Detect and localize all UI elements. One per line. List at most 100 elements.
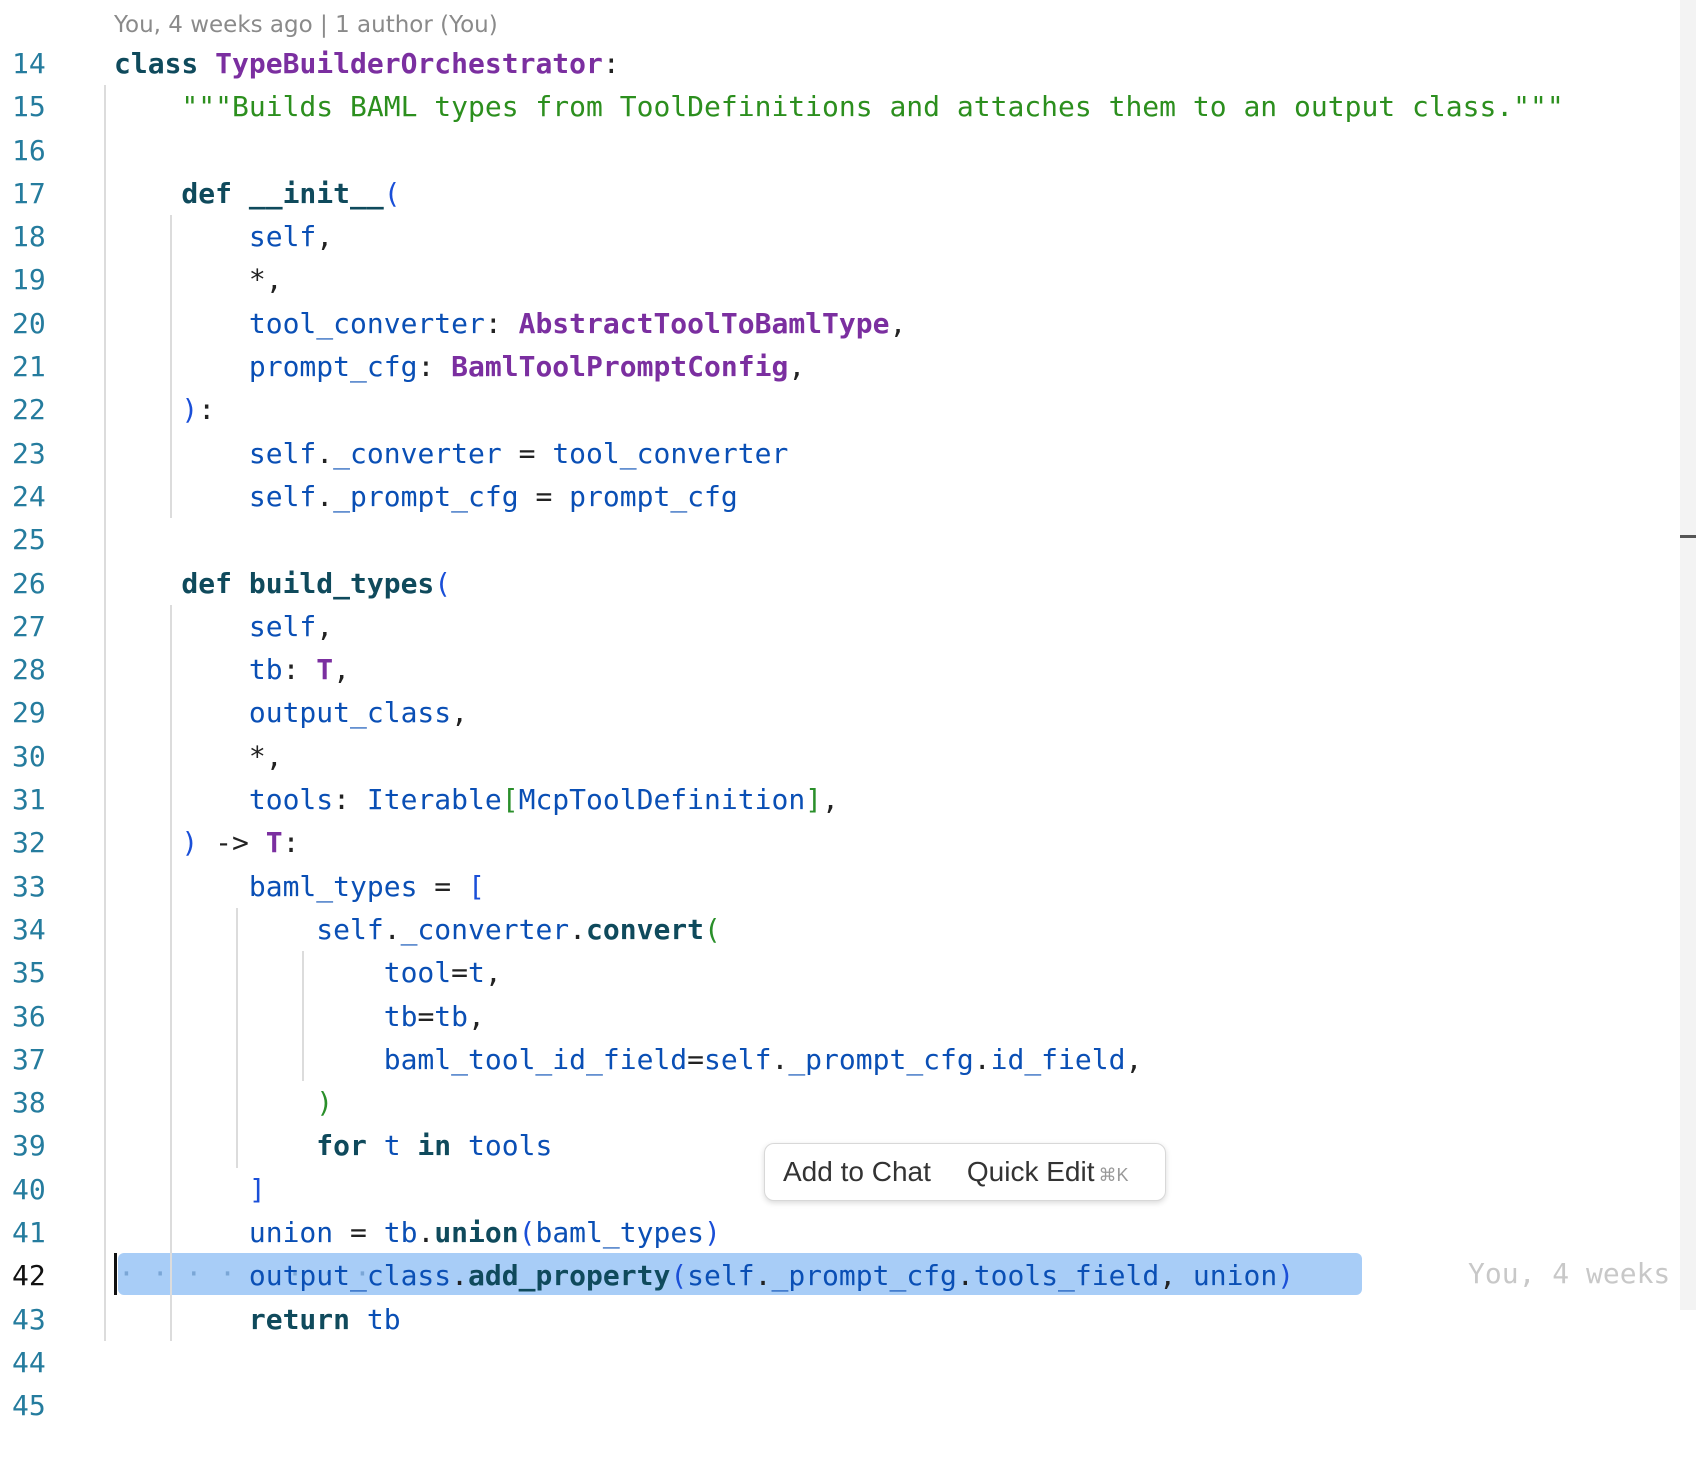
code-token: baml_types [114,869,418,903]
line-number[interactable]: 27 [0,605,80,648]
code-token: ( [383,176,401,210]
code-editor[interactable]: class TypeBuilderOrchestrator: """Builds… [104,42,1696,1428]
line-number[interactable]: 38 [0,1081,80,1124]
code-token: : [198,393,216,427]
line-number[interactable]: 15 [0,85,80,128]
code-token: self [114,220,317,254]
line-number[interactable]: 14 [0,42,80,85]
code-line[interactable]: tool=t, [114,951,1696,994]
line-number[interactable]: 42 [0,1254,80,1297]
code-token: convert [586,912,705,946]
code-token: . [383,912,401,946]
code-line[interactable]: ) -> T: [114,821,1696,864]
code-token: ) [704,1216,721,1250]
code-token: tool [114,956,452,990]
line-number[interactable]: 18 [0,215,80,258]
line-number[interactable]: 22 [0,388,80,431]
line-number[interactable]: 44 [0,1341,80,1384]
code-token: . [316,479,334,513]
code-token: def [114,566,249,600]
code-line[interactable]: tb=tb, [114,995,1696,1038]
line-number[interactable]: 29 [0,691,80,734]
code-line[interactable]: def build_types( [114,562,1696,605]
line-number[interactable]: 45 [0,1384,80,1427]
code-token: : [282,826,300,860]
code-line[interactable]: class TypeBuilderOrchestrator: [114,42,1696,85]
code-token: ) [1277,1259,1295,1293]
line-number[interactable]: 40 [0,1168,80,1211]
code-token: union [434,1216,519,1250]
code-token: , [889,306,907,340]
quick-edit-button[interactable]: Quick Edit ⌘K [949,1156,1147,1188]
code-token: AbstractToolToBamlType [518,306,890,340]
line-number[interactable]: 39 [0,1124,80,1167]
line-number[interactable]: 19 [0,258,80,301]
add-to-chat-button[interactable]: Add to Chat [765,1156,949,1188]
code-line[interactable]: prompt_cfg: BamlToolPromptConfig, [114,345,1696,388]
line-number[interactable]: 26 [0,562,80,605]
line-number[interactable]: 28 [0,648,80,691]
line-number[interactable]: 21 [0,345,80,388]
code-line[interactable]: self._converter.convert( [114,908,1696,951]
line-number[interactable]: 17 [0,172,80,215]
code-token: , [484,956,502,990]
code-line[interactable]: self._prompt_cfg = prompt_cfg [114,475,1696,518]
line-number[interactable]: 24 [0,475,80,518]
code-line[interactable]: *, [114,258,1696,301]
code-token: = [417,869,469,903]
code-line[interactable] [114,518,1696,561]
code-line[interactable]: self._converter = tool_converter [114,432,1696,475]
code-token: . [754,1259,772,1293]
code-line[interactable]: ) [114,1081,1696,1124]
code-token: . [569,912,587,946]
code-line[interactable]: output_class.add_property(self._prompt_c… [114,1254,1696,1297]
line-number[interactable]: 34 [0,908,80,951]
code-token: ( [704,912,721,946]
code-line[interactable]: union = tb.union(baml_types) [114,1211,1696,1254]
code-line[interactable]: baml_types = [ [114,865,1696,908]
code-token: BamlToolPromptConfig [451,350,789,384]
code-line[interactable]: output_class, [114,691,1696,734]
line-number[interactable]: 25 [0,518,80,561]
code-token: ( [670,1259,688,1293]
code-line[interactable] [114,1384,1696,1427]
code-line[interactable]: self, [114,605,1696,648]
code-token: ] [805,783,823,817]
code-token: . [316,436,334,470]
code-token: id_field [990,1042,1126,1076]
line-number[interactable]: 20 [0,302,80,345]
line-number[interactable]: 31 [0,778,80,821]
code-line[interactable]: baml_tool_id_field=self._prompt_cfg.id_f… [114,1038,1696,1081]
code-line[interactable]: self, [114,215,1696,258]
code-token: _converter [333,436,502,470]
code-token: : [484,306,519,340]
code-token: _prompt_cfg [788,1042,974,1076]
code-line[interactable] [114,1341,1696,1384]
code-line[interactable]: return tb [114,1298,1696,1341]
code-token: . [973,1042,991,1076]
code-line[interactable]: tb: T, [114,648,1696,691]
code-line[interactable]: tools: Iterable[McpToolDefinition], [114,778,1696,821]
line-number[interactable]: 23 [0,432,80,475]
code-line[interactable]: *, [114,735,1696,778]
code-token: : [602,47,620,80]
code-token: = [333,1216,384,1250]
line-number[interactable]: 33 [0,865,80,908]
line-number[interactable]: 32 [0,821,80,864]
line-number[interactable]: 30 [0,735,80,778]
code-line[interactable]: ): [114,388,1696,431]
code-line[interactable] [114,129,1696,172]
code-token: , [822,783,839,817]
line-number[interactable]: 37 [0,1038,80,1081]
codelens-blame[interactable]: You, 4 weeks ago | 1 author (You) [114,12,498,38]
line-number[interactable]: 16 [0,129,80,172]
line-number[interactable]: 36 [0,995,80,1038]
code-token: ( [434,566,452,600]
code-line[interactable]: def __init__( [114,172,1696,215]
code-line[interactable]: """Builds BAML types from ToolDefinition… [114,85,1696,128]
line-number[interactable]: 43 [0,1298,80,1341]
line-number[interactable]: 35 [0,951,80,994]
code-line[interactable]: tool_converter: AbstractToolToBamlType, [114,302,1696,345]
line-number[interactable]: 41 [0,1211,80,1254]
code-token: t [468,956,485,990]
